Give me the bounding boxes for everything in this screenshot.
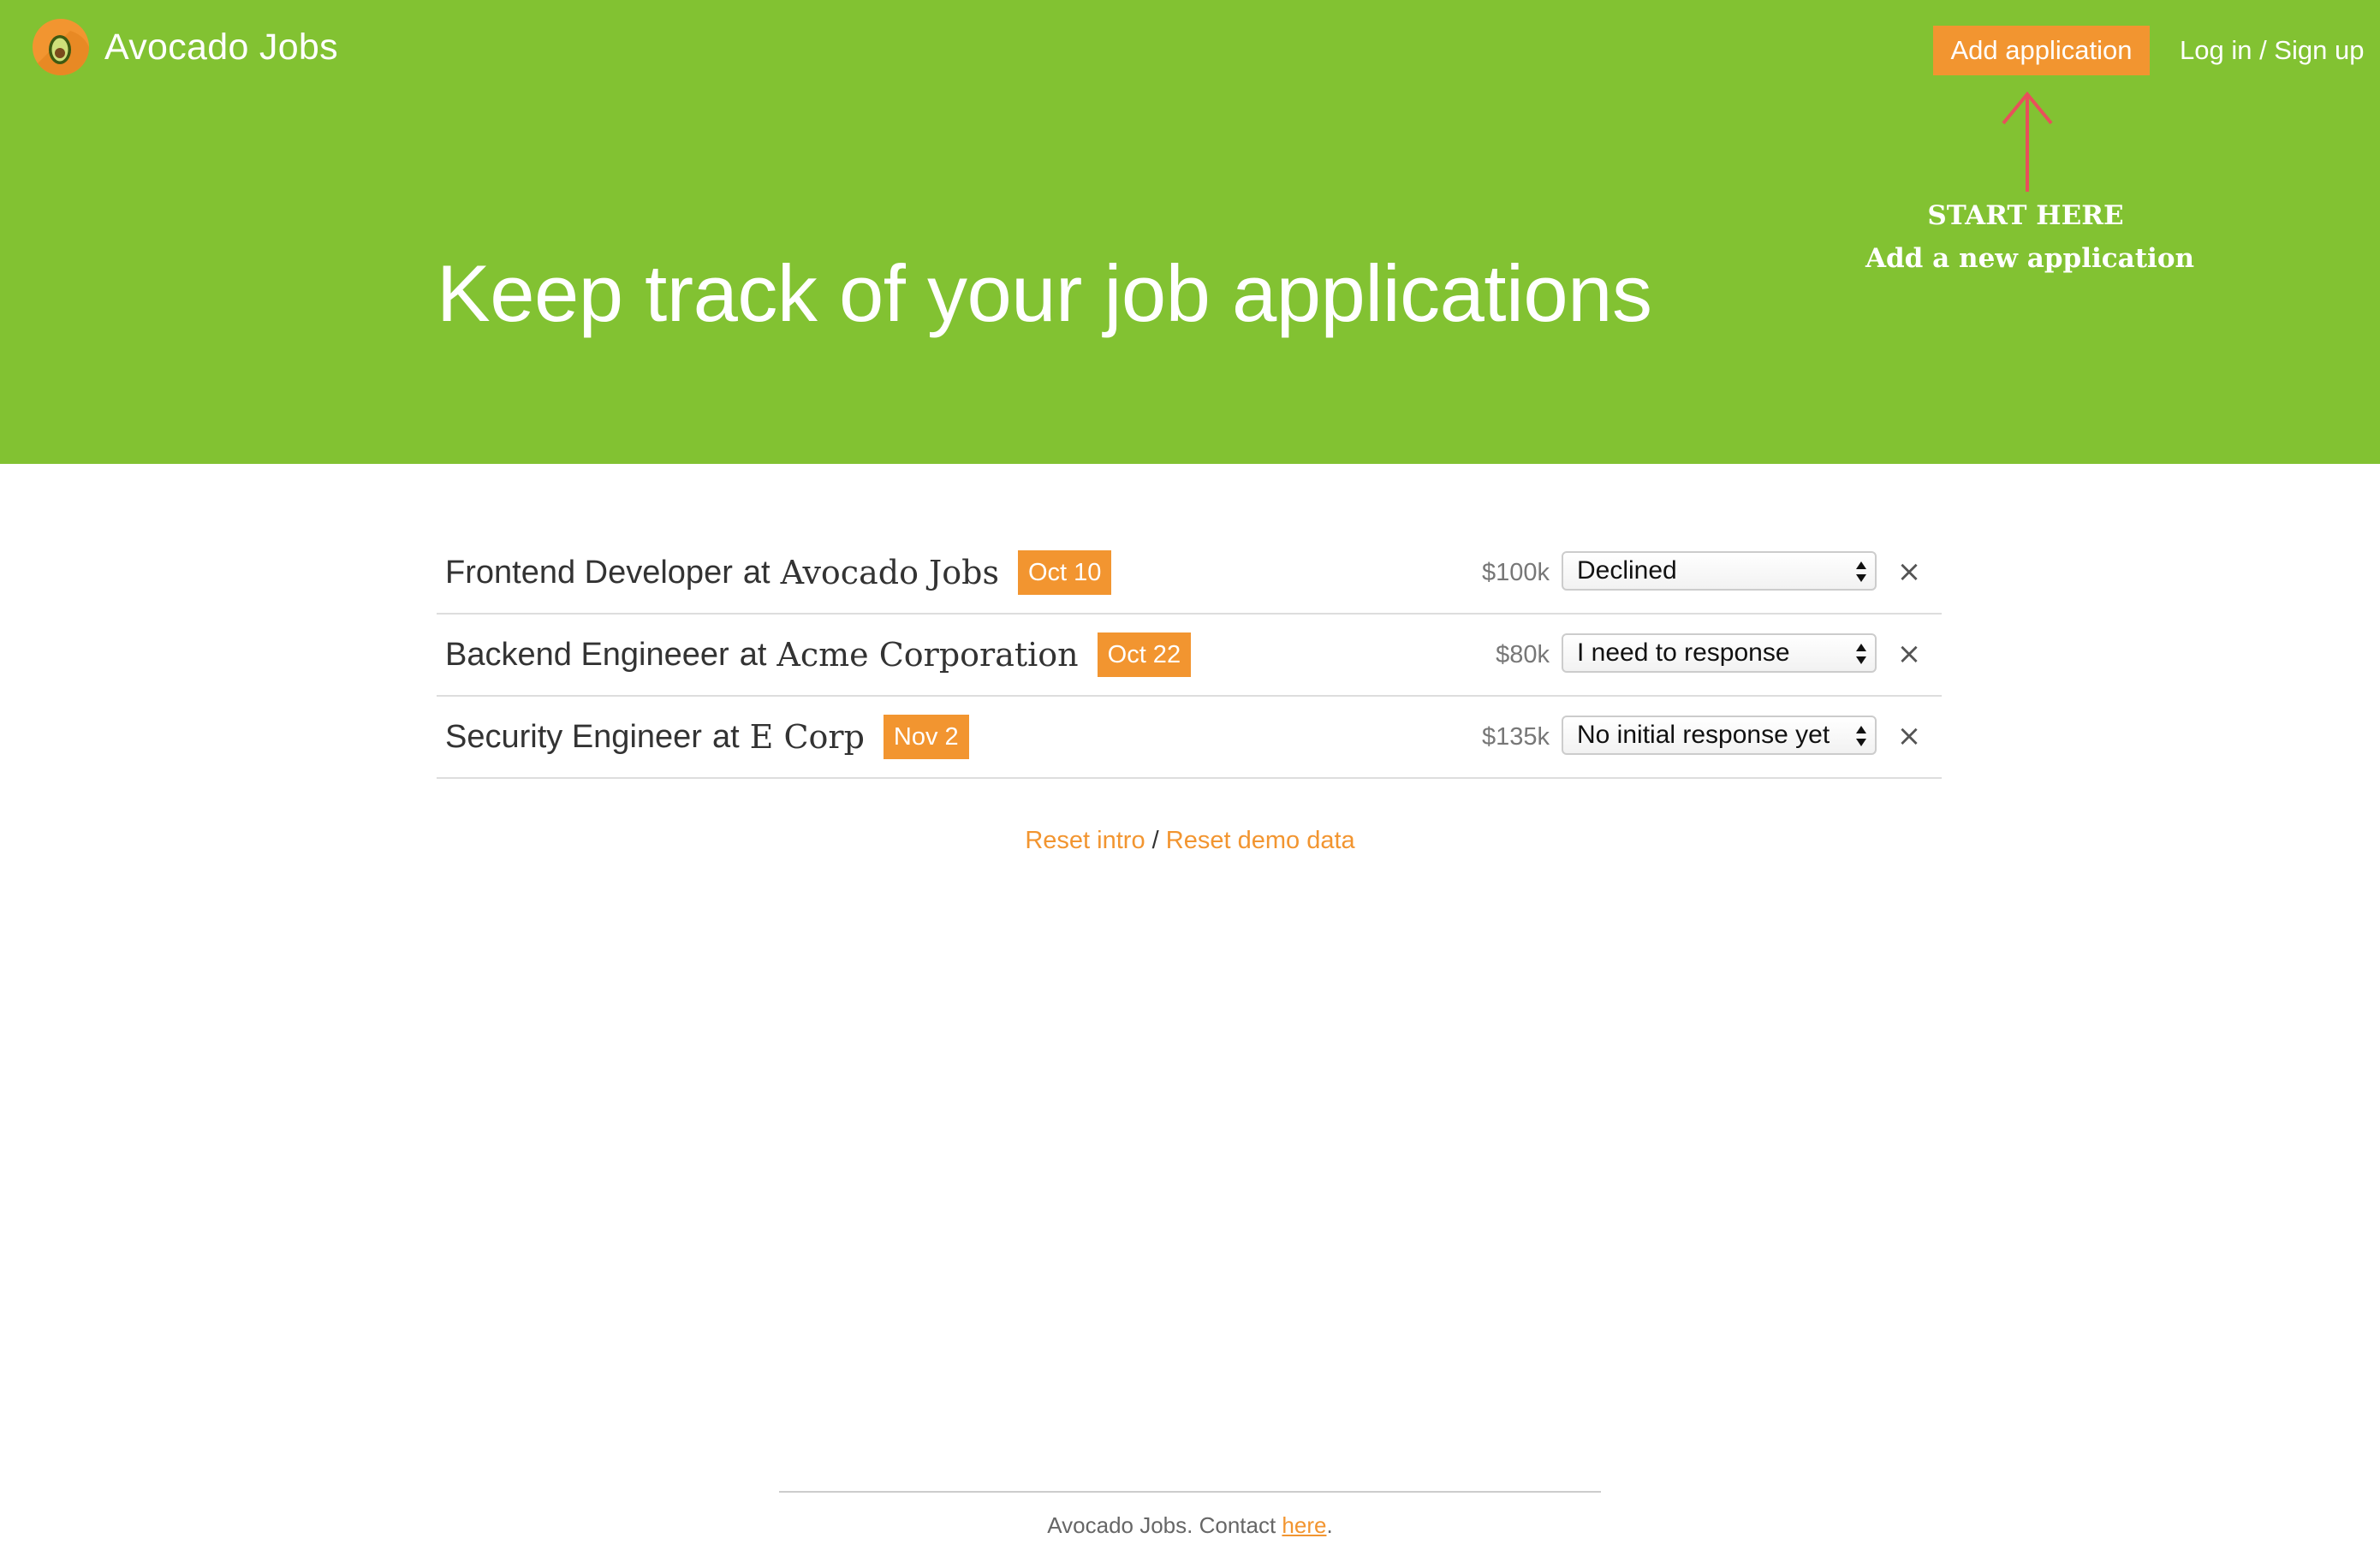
- application-row: Security Engineer at E Corp Nov 2 $135k …: [437, 697, 1942, 779]
- status-select[interactable]: No initial response yet: [1562, 716, 1877, 755]
- arrow-up-icon: [2002, 91, 2053, 192]
- brand-name: Avocado Jobs: [104, 26, 338, 68]
- footer-divider: [779, 1491, 1601, 1493]
- salary: $100k: [1481, 559, 1550, 586]
- salary: $135k: [1481, 723, 1550, 751]
- application-row: Frontend Developer at Avocado Jobs Oct 1…: [437, 532, 1942, 615]
- avocado-logo-icon: [33, 19, 89, 75]
- intro-hint-subtitle: Add a new application: [1865, 243, 2195, 274]
- application-row: Backend Engineeer at Acme Corporation Oc…: [437, 615, 1942, 697]
- job-title: Frontend Developer: [445, 554, 733, 591]
- job-title: Security Engineer: [445, 718, 702, 755]
- company-name: Avocado Jobs: [780, 554, 999, 591]
- company-name: Acme Corporation: [776, 636, 1079, 674]
- status-value: I need to response: [1577, 638, 1790, 667]
- remove-application-button[interactable]: ×: [1892, 553, 1926, 591]
- footer: Avocado Jobs. Contact here.: [0, 1510, 2380, 1541]
- reset-links: Reset intro / Reset demo data: [0, 822, 2380, 859]
- at-word: at: [711, 718, 740, 755]
- application-title: Frontend Developer at Avocado Jobs Oct 1…: [445, 532, 1112, 613]
- date-badge: Oct 10: [1017, 550, 1112, 595]
- reset-demo-data-link[interactable]: Reset demo data: [1166, 827, 1355, 854]
- at-word: at: [742, 554, 771, 591]
- add-application-button[interactable]: Add application: [1933, 26, 2150, 75]
- job-title: Backend Engineeer: [445, 636, 729, 673]
- footer-text: Avocado Jobs. Contact: [1047, 1512, 1282, 1538]
- company-name: E Corp: [749, 718, 865, 756]
- reset-intro-link[interactable]: Reset intro: [1025, 827, 1145, 854]
- remove-application-button[interactable]: ×: [1892, 717, 1926, 755]
- application-list: Frontend Developer at Avocado Jobs Oct 1…: [437, 532, 1942, 779]
- remove-application-button[interactable]: ×: [1892, 635, 1926, 673]
- application-title: Backend Engineeer at Acme Corporation Oc…: [445, 615, 1192, 695]
- application-title: Security Engineer at E Corp Nov 2: [445, 697, 969, 777]
- intro-hint-title: START HERE: [1927, 200, 2124, 231]
- page-title: Keep track of your job applications: [437, 248, 1652, 338]
- updown-chevron-icon: [1856, 726, 1866, 746]
- login-signup-link[interactable]: Log in / Sign up: [2180, 26, 2364, 75]
- status-value: No initial response yet: [1577, 721, 1830, 749]
- reset-separator: /: [1151, 827, 1159, 854]
- footer-period: .: [1326, 1512, 1333, 1538]
- updown-chevron-icon: [1856, 561, 1866, 582]
- salary: $80k: [1496, 641, 1550, 668]
- date-badge: Nov 2: [883, 715, 969, 759]
- status-value: Declined: [1577, 556, 1677, 585]
- brand-link[interactable]: Avocado Jobs: [33, 19, 338, 75]
- date-badge: Oct 22: [1097, 632, 1192, 677]
- updown-chevron-icon: [1856, 644, 1866, 664]
- status-select[interactable]: I need to response: [1562, 633, 1877, 673]
- contact-link[interactable]: here: [1282, 1512, 1326, 1538]
- at-word: at: [739, 636, 767, 673]
- hero-banner: Avocado Jobs Add application Log in / Si…: [0, 0, 2380, 464]
- status-select[interactable]: Declined: [1562, 551, 1877, 591]
